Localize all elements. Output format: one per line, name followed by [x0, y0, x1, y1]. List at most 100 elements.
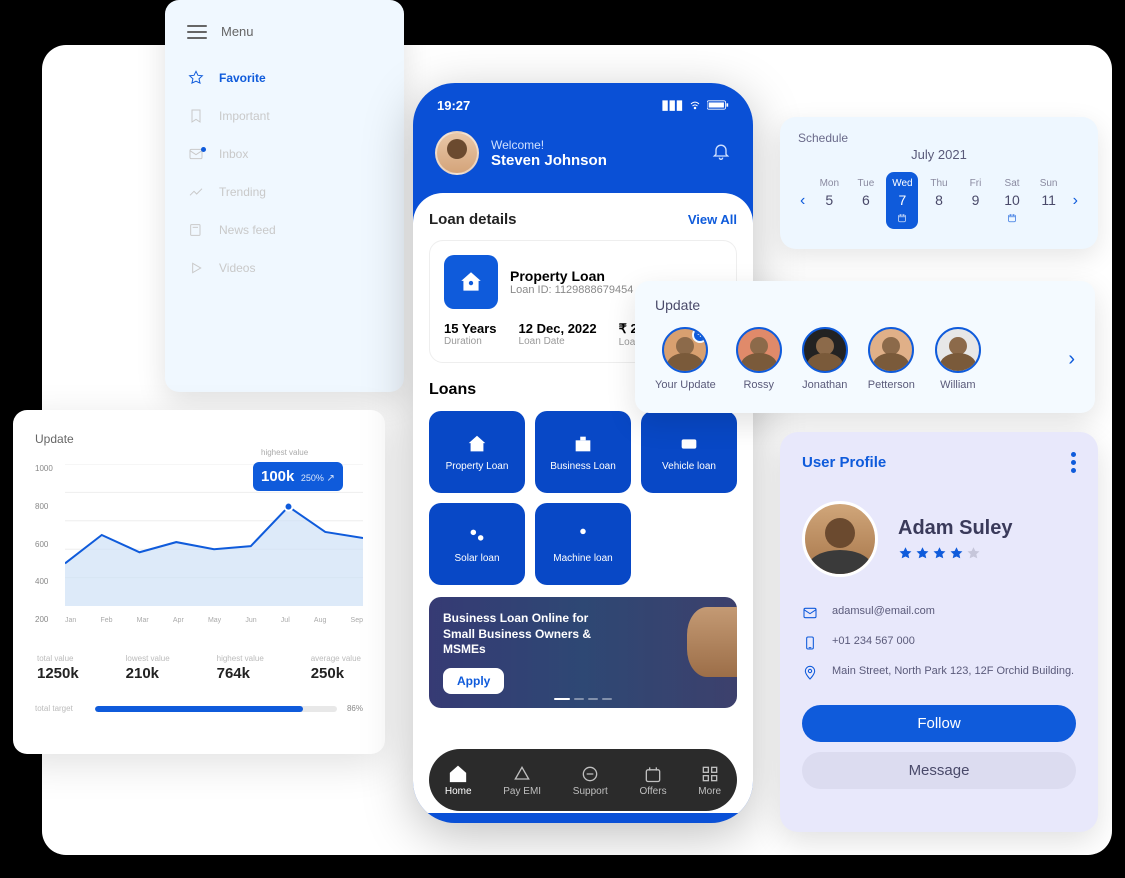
- day-fri[interactable]: Fri9: [960, 172, 992, 229]
- tile-vehicle-loan[interactable]: Vehicle loan: [641, 411, 737, 493]
- x-tick: Jan: [65, 617, 76, 624]
- profile-header: User Profile: [802, 452, 1076, 473]
- y-tick: 200: [35, 615, 53, 624]
- chart-y-axis: 1000 800 600 400 200: [35, 464, 53, 624]
- hamburger-icon[interactable]: [187, 25, 207, 39]
- banner-person: [687, 607, 737, 677]
- menu-item-inbox[interactable]: Inbox: [187, 135, 382, 173]
- bookmark-icon: [187, 107, 205, 125]
- message-button[interactable]: Message: [802, 752, 1076, 789]
- chevron-right-icon[interactable]: ›: [1068, 348, 1075, 371]
- notification-dot: [201, 147, 206, 152]
- star-icon: [949, 546, 964, 561]
- y-tick: 400: [35, 577, 53, 586]
- menu-item-news[interactable]: News feed: [187, 211, 382, 249]
- profile-address: Main Street, North Park 123, 12F Orchid …: [802, 665, 1076, 681]
- update-item-petterson[interactable]: Petterson: [868, 327, 915, 391]
- chart-panel: Update 1000 800 600 400 200 highest valu…: [13, 410, 385, 754]
- day-thu[interactable]: Thu8: [923, 172, 955, 229]
- chevron-right-icon[interactable]: ›: [1071, 192, 1080, 210]
- target-row: total target 86%: [35, 704, 363, 713]
- nav-support[interactable]: Support: [573, 764, 608, 797]
- star-icon: [966, 546, 981, 561]
- status-icons: ▮▮▮: [662, 97, 729, 113]
- menu-item-trending[interactable]: Trending: [187, 173, 382, 211]
- x-tick: Feb: [100, 617, 112, 624]
- profile-avatar[interactable]: [802, 501, 878, 577]
- follow-button[interactable]: Follow: [802, 705, 1076, 742]
- menu-item-videos[interactable]: Videos: [187, 249, 382, 287]
- schedule-panel: Schedule July 2021 ‹ Mon5Tue6Wed7Thu8Fri…: [780, 117, 1098, 249]
- house-icon: [444, 255, 498, 309]
- tile-business-loan[interactable]: Business Loan: [535, 411, 631, 493]
- x-tick: Apr: [173, 617, 184, 624]
- day-mon[interactable]: Mon5: [813, 172, 845, 229]
- loan-id: Loan ID: 1129888679454: [510, 284, 633, 296]
- menu-label: Videos: [219, 261, 255, 275]
- phone-icon: [802, 635, 818, 651]
- chart-stats: total value 1250k lowest value 210k high…: [35, 654, 363, 682]
- menu-label: News feed: [219, 223, 276, 237]
- loan-head-text: Property Loan Loan ID: 1129888679454: [510, 268, 633, 296]
- update-item-rossy[interactable]: Rossy: [736, 327, 782, 391]
- welcome-block: Welcome! Steven Johnson: [491, 138, 607, 169]
- stat-lowest: lowest value 210k: [126, 654, 170, 682]
- menu-panel: Menu Favorite Important Inbox Trending N…: [165, 0, 404, 392]
- nav-more[interactable]: More: [698, 764, 721, 797]
- loan-name: Property Loan: [510, 268, 633, 284]
- days-list: Mon5Tue6Wed7Thu8Fri9Sat10Sun11: [813, 172, 1064, 229]
- day-wed[interactable]: Wed7: [886, 172, 918, 229]
- banner-text: Business Loan Online for Small Business …: [443, 611, 623, 658]
- day-sat[interactable]: Sat10: [996, 172, 1028, 229]
- profile-main-row: Adam Suley: [802, 501, 1076, 577]
- chart-tooltip: 100k 250% ↗: [253, 462, 343, 491]
- menu-item-favorite[interactable]: Favorite: [187, 59, 382, 97]
- kebab-menu-icon[interactable]: [1071, 452, 1076, 473]
- menu-item-important[interactable]: Important: [187, 97, 382, 135]
- update-item-william[interactable]: William: [935, 327, 981, 391]
- apply-button[interactable]: Apply: [443, 668, 504, 694]
- welcome-name: Steven Johnson: [491, 152, 607, 169]
- x-tick: Jul: [281, 617, 290, 624]
- welcome-text: Welcome!: [491, 138, 607, 152]
- day-sun[interactable]: Sun11: [1033, 172, 1065, 229]
- nav-offers[interactable]: Offers: [640, 764, 667, 797]
- welcome-row: Welcome! Steven Johnson: [413, 121, 753, 193]
- star-icon: [932, 546, 947, 561]
- chart-x-axis: Jan Feb Mar Apr May Jun Jul Aug Sep: [65, 617, 363, 624]
- schedule-month: July 2021: [798, 147, 1080, 162]
- rating-stars: [898, 546, 1012, 561]
- banner-dots[interactable]: [554, 698, 612, 700]
- view-all-link[interactable]: View All: [688, 212, 737, 227]
- news-icon: [187, 221, 205, 239]
- trend-up-icon: ↗: [326, 473, 334, 484]
- signal-icon: ▮▮▮: [662, 97, 683, 113]
- bell-icon[interactable]: [711, 141, 731, 166]
- update-title: Update: [655, 297, 1075, 313]
- update-item-your-update[interactable]: +Your Update: [655, 327, 716, 391]
- x-tick: May: [208, 617, 221, 624]
- tile-machine-loan[interactable]: Machine loan: [535, 503, 631, 585]
- tile-property-loan[interactable]: Property Loan: [429, 411, 525, 493]
- menu-title: Menu: [221, 24, 254, 39]
- nav-home[interactable]: Home: [445, 764, 472, 797]
- star-icon: [187, 69, 205, 87]
- profile-name-block: Adam Suley: [898, 517, 1012, 561]
- stat-average: average value 250k: [311, 654, 361, 682]
- status-bar: 19:27 ▮▮▮: [413, 83, 753, 121]
- stat-total: total value 1250k: [37, 654, 79, 682]
- update-strip: Update +Your Update Rossy Jonathan Petterso…: [635, 281, 1095, 413]
- nav-pay-emi[interactable]: Pay EMI: [503, 764, 541, 797]
- update-item-jonathan[interactable]: Jonathan: [802, 327, 848, 391]
- profile-email: adamsul@email.com: [802, 605, 1076, 621]
- star-icon: [898, 546, 913, 561]
- day-tue[interactable]: Tue6: [850, 172, 882, 229]
- promo-banner[interactable]: Business Loan Online for Small Business …: [429, 597, 737, 708]
- chevron-left-icon[interactable]: ‹: [798, 192, 807, 210]
- y-tick: 800: [35, 502, 53, 511]
- user-avatar[interactable]: [435, 131, 479, 175]
- play-icon: [187, 259, 205, 277]
- bottom-nav: Home Pay EMI Support Offers More: [429, 749, 737, 811]
- profile-info: adamsul@email.com +01 234 567 000 Main S…: [802, 605, 1076, 681]
- tile-solar-loan[interactable]: Solar loan: [429, 503, 525, 585]
